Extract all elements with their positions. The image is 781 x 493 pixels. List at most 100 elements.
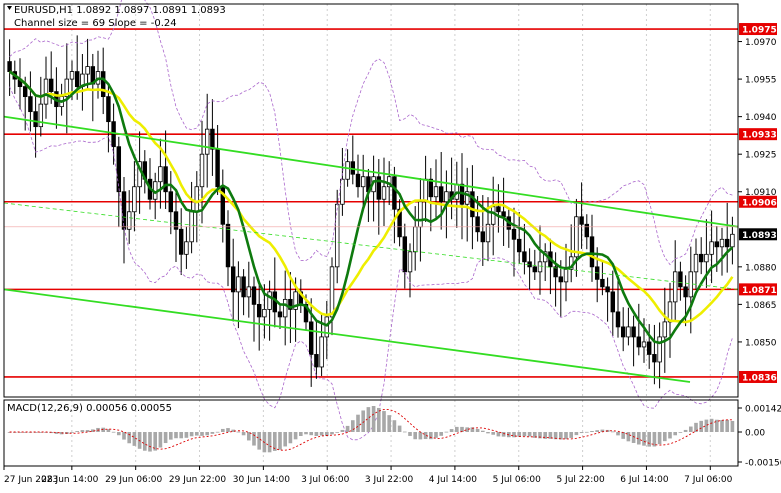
macd-bar — [439, 432, 444, 436]
macd-bar — [241, 432, 246, 436]
macd-bar — [350, 420, 355, 432]
macd-bar — [517, 432, 522, 437]
macd-bar — [642, 432, 646, 446]
candle-body — [480, 231, 486, 243]
macd-bar — [142, 432, 147, 451]
y-tick-label: 1.0925 — [745, 151, 777, 161]
candle-body — [579, 216, 584, 225]
candle-body — [194, 186, 200, 213]
candle-body — [74, 71, 80, 88]
macd-bar — [215, 431, 220, 433]
macd-bar — [267, 432, 272, 453]
price-chart[interactable]: 27 Jun 202328 Jun 14:00 29 Jun 06:00 29 Ju… — [0, 0, 781, 489]
macd-bar — [668, 432, 672, 439]
macd-bar — [413, 432, 418, 440]
candle-body — [672, 271, 678, 303]
macd-bar — [283, 432, 288, 447]
candle-body — [615, 311, 621, 328]
candle-body — [698, 253, 704, 263]
macd-bar — [194, 432, 199, 436]
macd-bar — [361, 410, 366, 432]
candle-body — [360, 176, 366, 188]
macd-bar — [309, 432, 314, 436]
candle-body — [345, 161, 350, 180]
macd-bar — [158, 432, 163, 448]
candle-body — [69, 71, 75, 80]
macd-bar — [293, 432, 298, 440]
macd-bar — [428, 432, 433, 440]
macd-bar — [688, 426, 693, 432]
macd-bar — [610, 431, 615, 433]
macd-bar — [590, 431, 594, 432]
candle-body — [215, 148, 220, 188]
macd-bar — [80, 430, 85, 432]
candle-body — [314, 354, 319, 368]
macd-bar — [236, 431, 241, 433]
macd-bar — [454, 426, 459, 432]
candle-body — [537, 261, 543, 273]
macd-bar — [564, 432, 568, 440]
fast-moving-average — [8, 70, 734, 345]
x-tick-label: 28 Jun 14:00 — [41, 475, 98, 485]
candle-body — [563, 268, 569, 283]
candle-body — [158, 166, 163, 183]
macd-bar — [226, 428, 230, 432]
macd-bar — [616, 432, 620, 436]
candle-body — [308, 321, 314, 355]
candle-body — [85, 66, 90, 75]
macd-tick-label: 0.00142 — [745, 405, 781, 415]
macd-bar — [298, 432, 303, 436]
x-tick-label: 5 Jul 22:00 — [556, 475, 605, 485]
macd-bar — [210, 432, 215, 434]
candle-body — [428, 178, 434, 198]
candle-body — [532, 266, 538, 273]
candle-body — [688, 271, 694, 298]
candle-body — [100, 71, 106, 98]
candle-body — [678, 271, 683, 288]
macd-bar — [662, 432, 667, 442]
macd-bar — [730, 420, 735, 432]
macd-bar — [584, 431, 589, 433]
candle-body — [210, 128, 215, 150]
macd-bar — [330, 432, 334, 435]
level-label: 1.0906 — [742, 198, 777, 208]
candle-body — [277, 311, 283, 318]
macd-bar — [356, 414, 360, 432]
macd-bar — [631, 432, 636, 443]
chart-window: 27 Jun 2023 28 Jun 14:00 29 Jun 06:00 29 Ju… — [0, 0, 781, 489]
macd-bar — [122, 432, 126, 440]
macd-bar — [376, 407, 381, 432]
candle-body — [444, 191, 449, 203]
macd-bar — [132, 432, 137, 446]
macd-bar — [335, 432, 340, 433]
candle-body — [646, 341, 652, 355]
candle-body — [43, 78, 49, 105]
candle-body — [610, 291, 616, 313]
macd-bar — [111, 431, 116, 433]
macd-bar — [288, 432, 293, 444]
candle-body — [132, 186, 137, 213]
macd-bar — [387, 415, 392, 432]
y-tick-label: 1.0880 — [745, 263, 777, 273]
candle-body — [106, 96, 111, 123]
macd-bar — [491, 432, 496, 435]
price-marker-label: 1.0893 — [742, 231, 777, 241]
macd-bar — [709, 418, 714, 432]
candle-body — [319, 336, 324, 368]
macd-bar — [304, 432, 308, 435]
macd-bar — [200, 432, 204, 436]
macd-bar — [220, 428, 225, 432]
level-label: 1.0933 — [742, 131, 777, 141]
candle-body — [256, 303, 262, 318]
candle-body — [516, 238, 522, 253]
channel-lower-line — [3, 288, 691, 383]
macd-bar — [434, 432, 438, 438]
macd-bar — [486, 432, 490, 434]
candle-body — [418, 201, 423, 228]
macd-bar — [673, 432, 678, 436]
candle-body — [48, 78, 54, 93]
candle-body — [199, 153, 205, 188]
macd-bar — [257, 432, 262, 450]
macd-bar — [75, 431, 80, 432]
macd-bar — [392, 420, 397, 432]
